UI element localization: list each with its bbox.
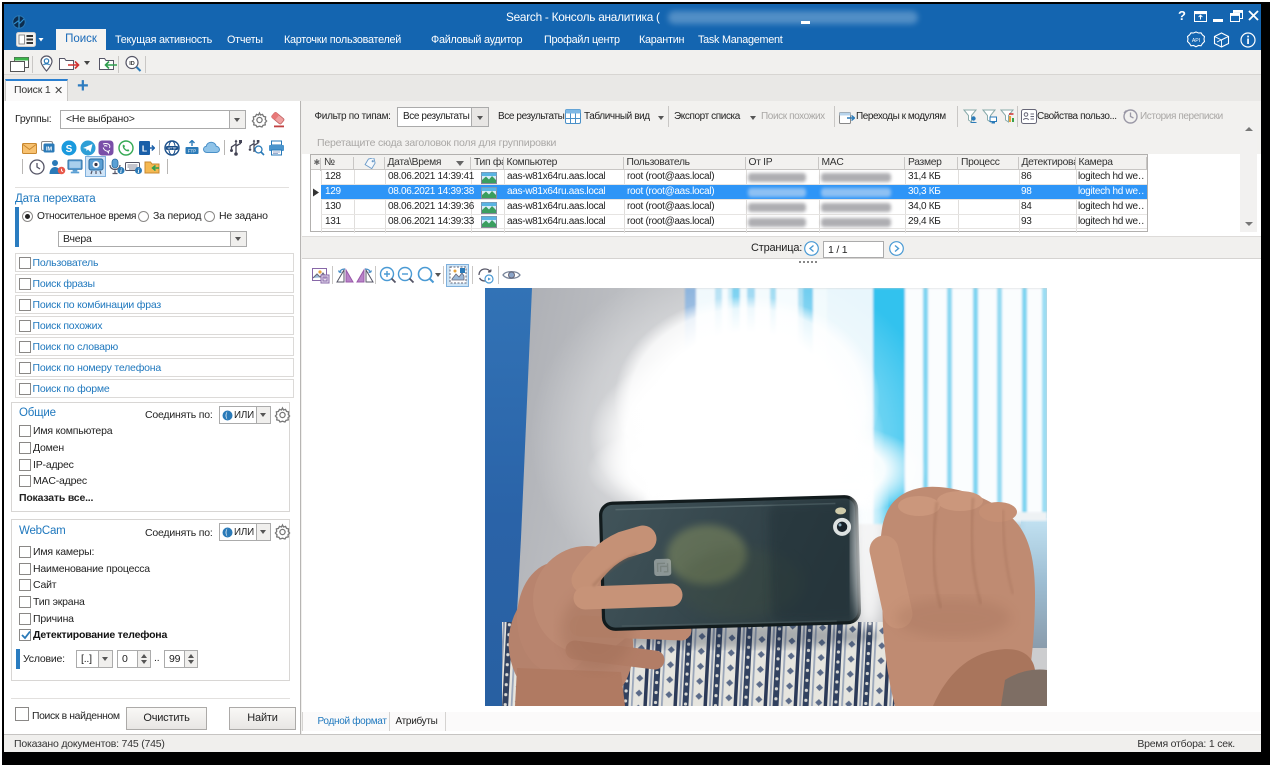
svg-text:IM: IM: [46, 147, 53, 153]
svg-text:FTP: FTP: [188, 149, 197, 154]
svg-text:L: L: [142, 144, 147, 154]
svg-text:HTTP: HTTP: [168, 146, 178, 150]
svg-text:API: API: [1192, 38, 1200, 44]
svg-text:ID: ID: [129, 61, 135, 67]
svg-text:S: S: [66, 144, 73, 155]
